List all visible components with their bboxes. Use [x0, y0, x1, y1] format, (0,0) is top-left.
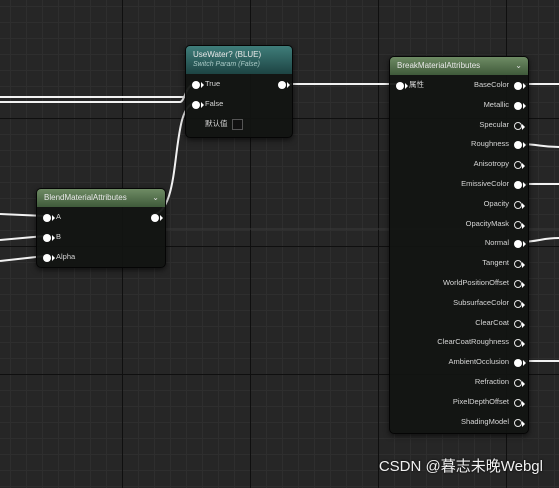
default-value-row: 默认值	[186, 117, 292, 131]
b-input-pin[interactable]	[43, 233, 55, 247]
output-row-opacitymask[interactable]: OpacityMask	[390, 217, 528, 231]
usewater-output-pin[interactable]	[278, 80, 290, 94]
output-row-basecolor[interactable]: BaseColor	[390, 78, 528, 92]
output-row-clearcoat[interactable]: ClearCoat	[390, 316, 528, 330]
output-row-anisotropy[interactable]: Anisotropy	[390, 157, 528, 171]
output-pin[interactable]	[514, 140, 526, 154]
output-pin-label: Roughness	[471, 139, 509, 149]
output-row-normal[interactable]: Normal	[390, 236, 528, 250]
output-pin-label: OpacityMask	[465, 218, 509, 228]
output-row-ambientocclusion[interactable]: AmbientOcclusion	[390, 355, 528, 369]
output-pin[interactable]	[514, 121, 525, 135]
a-pin-label: A	[56, 212, 62, 221]
output-row-shadingmodel[interactable]: ShadingModel	[390, 415, 528, 429]
chevron-down-icon[interactable]: ⌄	[515, 60, 522, 72]
pin-row-a[interactable]: A	[37, 210, 165, 224]
false-input-pin[interactable]	[192, 100, 204, 114]
output-pin[interactable]	[514, 160, 525, 174]
usewater-node-title: UseWater? (BLUE)	[193, 50, 262, 59]
output-row-roughness[interactable]: Roughness	[390, 137, 528, 151]
output-row-emissivecolor[interactable]: EmissiveColor	[390, 177, 528, 191]
output-pin[interactable]	[514, 180, 526, 194]
output-pin[interactable]	[514, 101, 526, 115]
output-pin[interactable]	[514, 299, 525, 313]
blend-material-attributes-node[interactable]: BlendMaterialAttributes ⌄ A B Alpha	[36, 188, 166, 268]
output-pin[interactable]	[514, 200, 525, 214]
output-row-subsurfacecolor[interactable]: SubsurfaceColor	[390, 296, 528, 310]
output-pin[interactable]	[514, 378, 525, 392]
output-row-specular[interactable]: Specular	[390, 118, 528, 132]
output-pin-label: ClearCoat	[475, 317, 509, 327]
pin-row-alpha[interactable]: Alpha	[37, 250, 165, 264]
output-pin-label: AmbientOcclusion	[448, 357, 509, 367]
output-row-worldpositionoffset[interactable]: WorldPositionOffset	[390, 276, 528, 290]
output-row-metallic[interactable]: Metallic	[390, 98, 528, 112]
output-pin-label: Normal	[484, 238, 509, 248]
b-pin-label: B	[56, 232, 62, 241]
output-pin-label: SubsurfaceColor	[453, 297, 509, 307]
output-row-opacity[interactable]: Opacity	[390, 197, 528, 211]
chevron-down-icon[interactable]: ⌄	[152, 192, 159, 204]
break-material-attributes-node[interactable]: BreakMaterialAttributes ⌄ 属性 BaseColor Me…	[389, 56, 529, 434]
alpha-pin-label: Alpha	[56, 252, 76, 261]
output-pin-label: ShadingModel	[461, 416, 509, 426]
output-pin-label: ClearCoatRoughness	[437, 337, 509, 347]
output-pin-label: Tangent	[482, 258, 509, 268]
output-pin-label: Refraction	[474, 377, 509, 386]
true-pin-label: True	[205, 79, 221, 88]
alpha-input-pin[interactable]	[43, 253, 55, 267]
output-pin-label: Specular	[479, 119, 509, 129]
output-pin[interactable]	[514, 319, 525, 333]
pin-row-true[interactable]: True	[186, 77, 292, 91]
default-value-checkbox[interactable]	[232, 119, 243, 130]
blend-node-header[interactable]: BlendMaterialAttributes ⌄	[37, 189, 165, 207]
false-pin-label: False	[205, 99, 224, 108]
usewater-node-header[interactable]: UseWater? (BLUE) Switch Param (False)	[186, 46, 292, 74]
usewater-switch-node[interactable]: UseWater? (BLUE) Switch Param (False) Tr…	[185, 45, 293, 138]
usewater-node-subtitle: Switch Param (False)	[193, 61, 260, 68]
output-pin-label: Anisotropy	[473, 159, 509, 169]
break-node-header[interactable]: BreakMaterialAttributes ⌄	[390, 57, 528, 75]
output-pin[interactable]	[514, 220, 525, 234]
pin-row-b[interactable]: B	[37, 230, 165, 244]
output-row-refraction[interactable]: Refraction	[390, 375, 528, 389]
output-pin[interactable]	[514, 418, 525, 432]
output-pin[interactable]	[514, 358, 526, 372]
pin-row-false[interactable]: False	[186, 97, 292, 111]
blend-node-title: BlendMaterialAttributes	[44, 193, 127, 202]
output-row-pixeldepthoffset[interactable]: PixelDepthOffset	[390, 395, 528, 409]
output-pin[interactable]	[514, 338, 525, 352]
break-node-title: BreakMaterialAttributes	[397, 61, 481, 70]
blend-output-pin[interactable]	[151, 213, 163, 227]
watermark: CSDN @暮志未晚Webgl	[378, 458, 543, 475]
output-pin-label: PixelDepthOffset	[452, 396, 509, 406]
output-pin-label: WorldPositionOffset	[442, 278, 509, 287]
output-pin[interactable]	[514, 398, 525, 412]
output-pin-label: EmissiveColor	[461, 179, 509, 188]
output-pin-label: Metallic	[483, 99, 509, 109]
default-value-label: 默认值	[205, 119, 228, 128]
a-input-pin[interactable]	[43, 213, 55, 227]
output-row-tangent[interactable]: Tangent	[390, 256, 528, 270]
output-pin-label: Opacity	[483, 198, 509, 208]
output-pin[interactable]	[514, 279, 525, 293]
output-pin-label: BaseColor	[473, 80, 509, 89]
output-pin[interactable]	[514, 259, 525, 273]
output-pin[interactable]	[514, 81, 526, 95]
output-row-clearcoatroughness[interactable]: ClearCoatRoughness	[390, 335, 528, 349]
output-pin[interactable]	[514, 239, 526, 253]
true-input-pin[interactable]	[192, 80, 204, 94]
